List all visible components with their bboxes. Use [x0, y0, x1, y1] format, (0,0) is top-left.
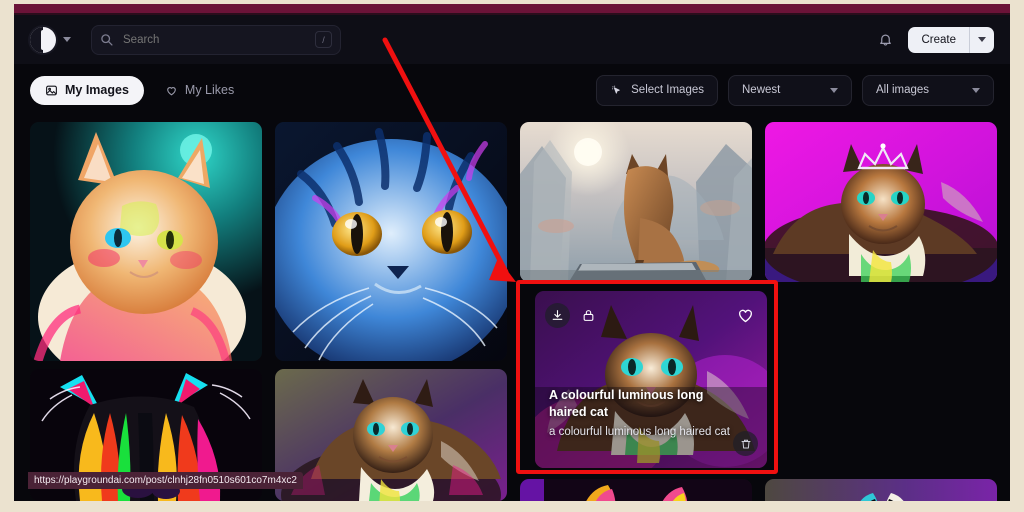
- select-images-button[interactable]: Select Images: [596, 74, 718, 106]
- content-area: My Images My Likes Select Images Newest …: [14, 64, 1010, 501]
- gallery-item-partial-right[interactable]: [765, 479, 997, 501]
- tab-my-images-label: My Images: [65, 83, 129, 97]
- gallery-item-partial-left[interactable]: [520, 479, 752, 501]
- download-button[interactable]: [545, 303, 570, 328]
- top-bar-actions: Create: [872, 26, 994, 53]
- filter-dropdown-label: All images: [876, 84, 930, 96]
- chevron-down-icon: [830, 87, 838, 93]
- card-description: a colourful luminous long haired cat: [549, 426, 730, 438]
- screenshot-root: / Create: [0, 0, 1024, 512]
- like-button[interactable]: [733, 303, 758, 328]
- search-icon: [101, 34, 113, 46]
- partial-cat-image-right: [765, 479, 997, 501]
- status-bar-url: https://playgroundai.com/post/clnhj28fn0…: [28, 472, 303, 489]
- gallery-item-sunset-mountain-cat[interactable]: [520, 122, 752, 282]
- browser-chrome-strip: [14, 4, 1010, 15]
- sort-dropdown-label: Newest: [742, 84, 781, 96]
- create-dropdown-toggle[interactable]: [969, 26, 994, 53]
- tab-my-likes-label: My Likes: [184, 83, 235, 97]
- chevron-down-icon[interactable]: [63, 37, 71, 42]
- orange-white-fluffy-cat-image: [30, 122, 262, 361]
- gallery-tabs: My Images My Likes: [30, 75, 249, 105]
- partial-cat-image-left: [520, 479, 752, 501]
- card-title: A colourful luminous long haired cat: [549, 388, 704, 419]
- lock-icon: [583, 310, 594, 321]
- create-button-group[interactable]: Create: [908, 26, 994, 53]
- rainbow-cat-pink-image: [275, 369, 507, 501]
- tab-my-likes[interactable]: My Likes: [150, 76, 249, 105]
- gallery-toolbar: My Images My Likes Select Images Newest …: [14, 64, 1010, 116]
- heart-outline-icon: [739, 309, 752, 323]
- app-viewport: / Create: [14, 4, 1010, 501]
- chevron-down-icon: [972, 87, 980, 93]
- delete-button[interactable]: [733, 431, 758, 456]
- notifications-button[interactable]: [872, 27, 898, 53]
- chevron-down-icon: [978, 37, 986, 42]
- brand-menu[interactable]: [30, 26, 71, 53]
- privacy-toggle-button[interactable]: [576, 303, 601, 328]
- tab-my-images[interactable]: My Images: [30, 75, 144, 105]
- playground-logo-icon: [30, 26, 56, 53]
- filter-dropdown[interactable]: All images: [862, 74, 994, 106]
- highlighted-gallery-card[interactable]: A colourful luminous long haired cat a c…: [535, 291, 767, 468]
- blue-tabby-cat-image: [275, 122, 507, 361]
- create-button[interactable]: Create: [908, 27, 969, 53]
- search-input[interactable]: [121, 32, 307, 47]
- trash-icon: [741, 439, 750, 448]
- image-grid: A colourful luminous long haired cat a c…: [30, 116, 997, 501]
- gallery-item-crowned-cat-magenta[interactable]: [765, 122, 997, 282]
- select-images-label: Select Images: [631, 84, 704, 96]
- image-icon: [46, 85, 57, 95]
- download-icon: [552, 310, 563, 320]
- gallery-item-blue-tabby-cat[interactable]: [275, 122, 507, 361]
- heart-icon: [167, 86, 176, 95]
- gallery-controls: Select Images Newest All images: [596, 74, 994, 106]
- cursor-select-icon: [612, 85, 620, 94]
- search-shortcut-badge: /: [315, 31, 332, 48]
- sort-dropdown[interactable]: Newest: [728, 74, 852, 106]
- bell-icon: [880, 34, 891, 46]
- crowned-cat-magenta-image: [765, 122, 997, 282]
- gallery-item-rainbow-cat-pink[interactable]: [275, 369, 507, 501]
- sunset-mountain-cat-image: [520, 122, 752, 282]
- search-bar[interactable]: /: [91, 24, 341, 55]
- top-navigation-bar: / Create: [14, 15, 1010, 65]
- gallery-item-orange-white-fluffy-cat[interactable]: [30, 122, 262, 361]
